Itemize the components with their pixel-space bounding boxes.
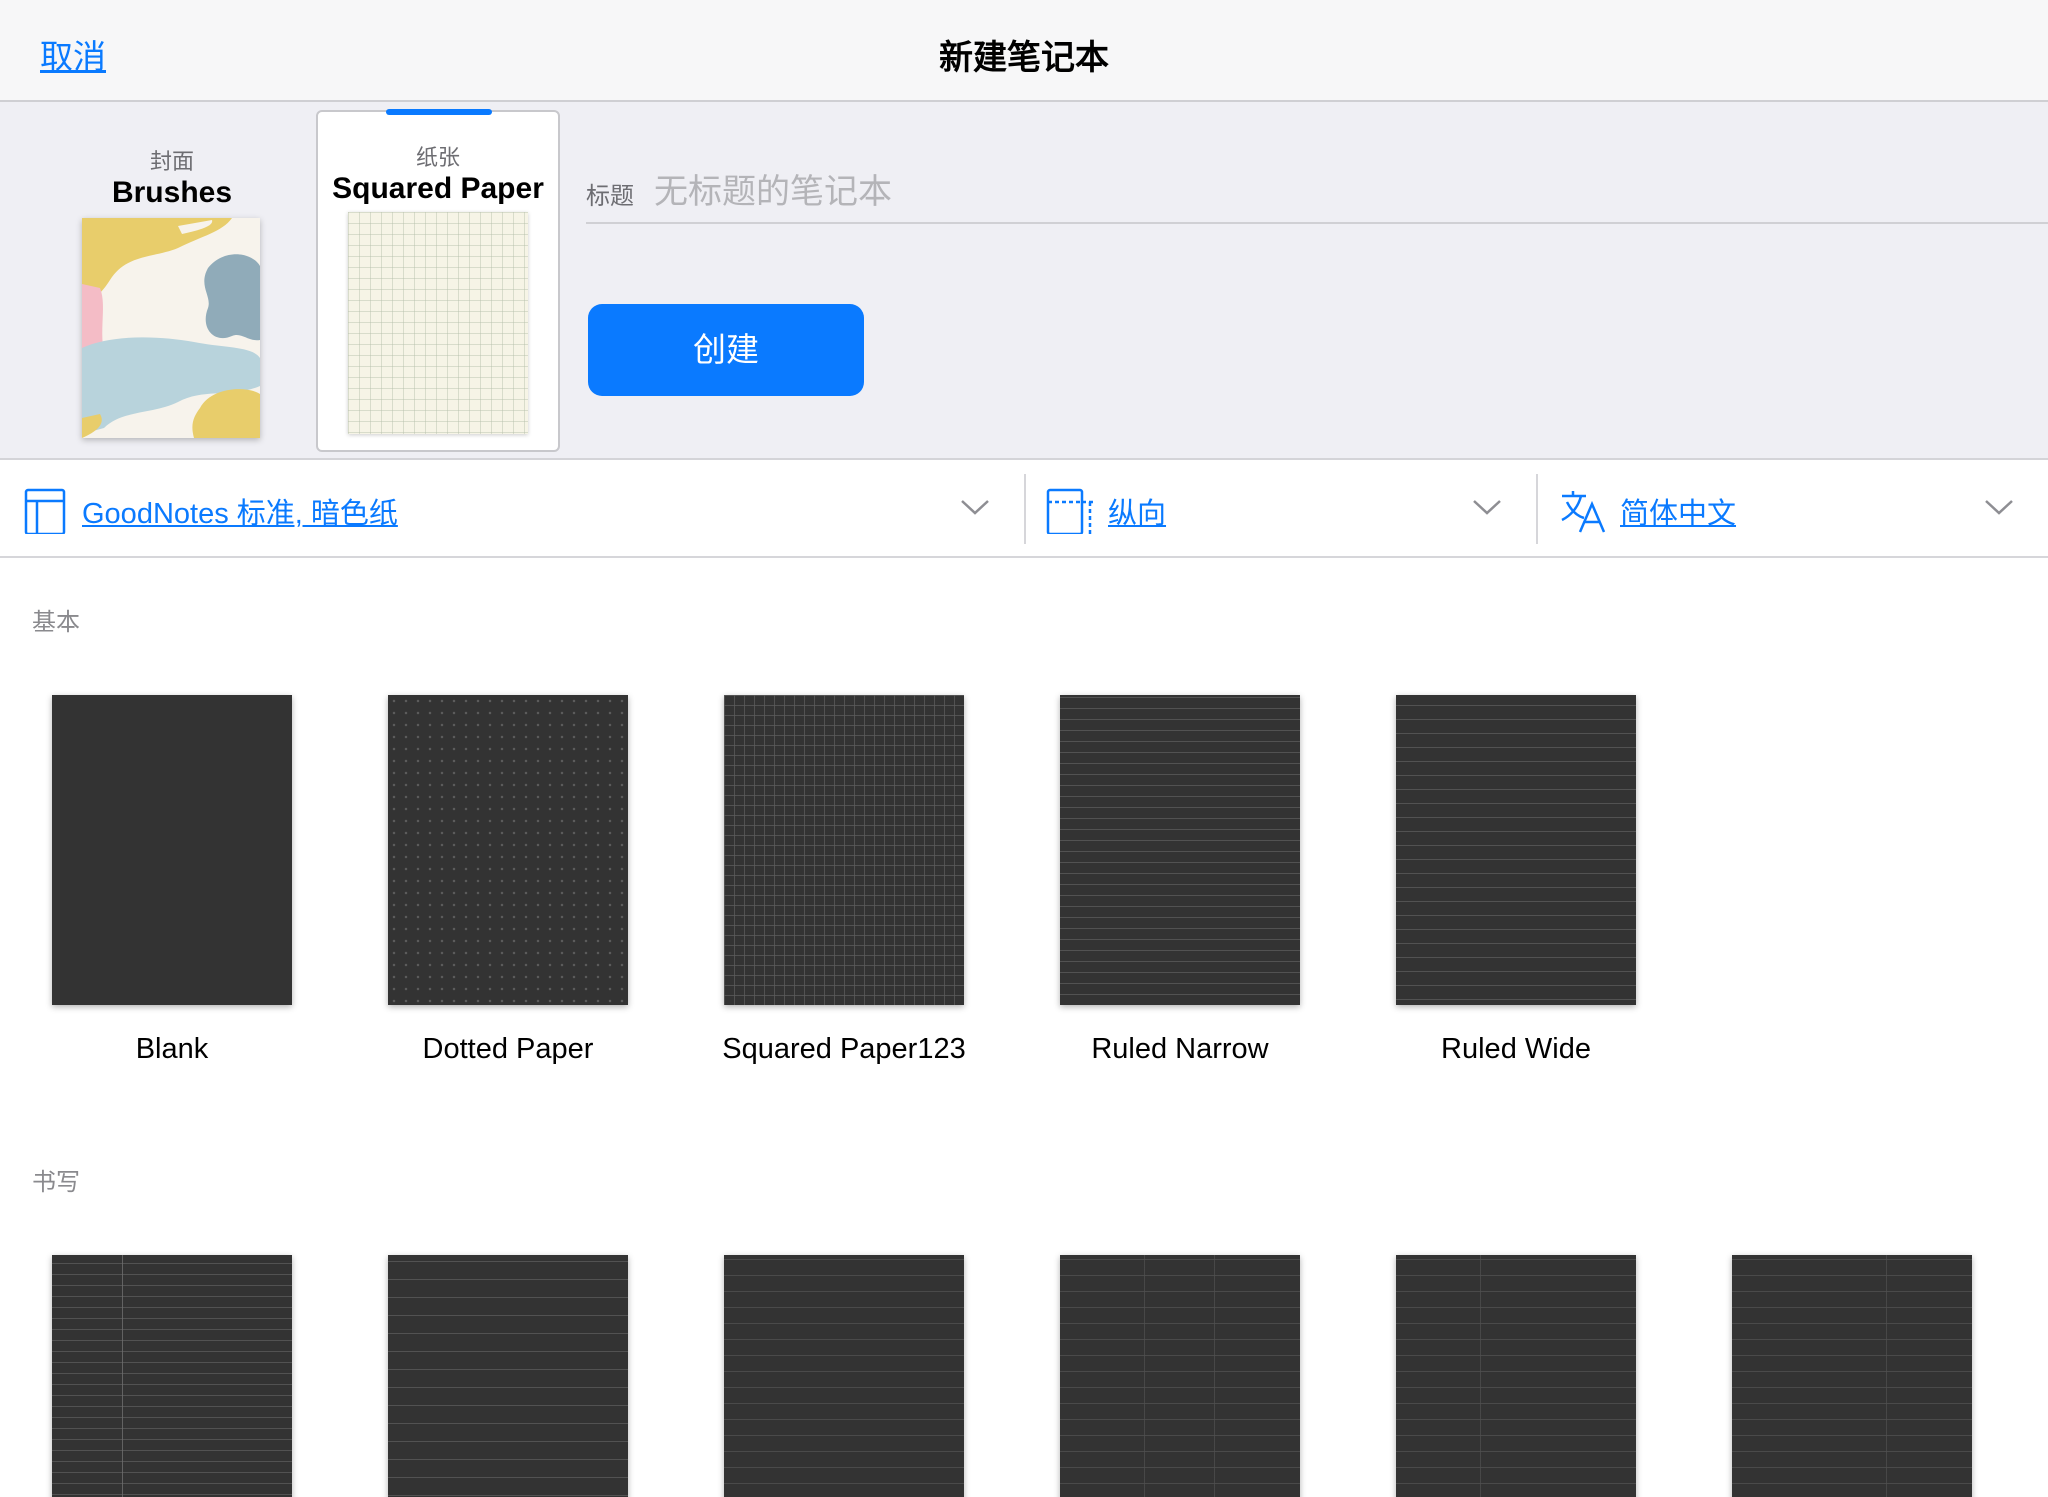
- navigation-bar: 取消 新建笔记本: [0, 0, 2048, 102]
- cover-name: Brushes: [111, 176, 233, 209]
- cover-caption: 封面: [149, 149, 194, 174]
- template-thumbnail: [1732, 1255, 1972, 1497]
- translate-icon: [1561, 491, 1606, 533]
- template-name: Squared Paper123: [722, 1033, 966, 1065]
- title-input[interactable]: [654, 164, 2034, 220]
- chevron-down-icon: [1985, 500, 2013, 515]
- orientation-selector[interactable]: 纵向: [1026, 460, 1536, 558]
- template-thumbnail: [1060, 1255, 1300, 1497]
- notebook-config-panel: 封面 Brushes 纸张 Squared Paper 标题 创建: [0, 102, 2048, 460]
- chevron-down-icon: [1473, 500, 1501, 515]
- paper-selector[interactable]: 纸张 Squared Paper: [316, 109, 560, 452]
- template-thumbnail: [388, 695, 628, 1005]
- cover-thumbnail: [82, 218, 260, 438]
- template-thumbnail: [388, 1255, 628, 1497]
- language-selector[interactable]: 简体中文: [1538, 460, 2048, 558]
- portrait-orientation-icon: [1046, 488, 1094, 534]
- template-name: Dotted Paper: [422, 1033, 594, 1065]
- brushes-cover-art: [82, 218, 260, 438]
- orientation-label: 纵向: [1108, 498, 1167, 530]
- template-name: Ruled Narrow: [1091, 1033, 1269, 1065]
- template-thumbnail: [52, 695, 292, 1005]
- title-label: 标题: [586, 183, 634, 210]
- template-name: Blank: [135, 1033, 209, 1065]
- language-label: 简体中文: [1620, 498, 1737, 530]
- template-thumbnail: [724, 1255, 964, 1497]
- template-set-label: GoodNotes 标准, 暗色纸: [82, 498, 398, 530]
- create-button[interactable]: 创建: [588, 304, 864, 396]
- options-bar: GoodNotes 标准, 暗色纸 纵向 简体中文: [0, 460, 2048, 558]
- paper-name: Squared Paper: [332, 172, 544, 205]
- template-thumbnail: [724, 695, 964, 1005]
- template-set-selector[interactable]: GoodNotes 标准, 暗色纸: [0, 460, 1024, 558]
- chevron-down-icon: [961, 500, 989, 515]
- template-name: Ruled Wide: [1441, 1033, 1591, 1065]
- section-header-basic: 基本: [32, 609, 80, 636]
- template-thumbnail: [1396, 695, 1636, 1005]
- title-field: 标题: [586, 164, 2048, 224]
- paper-caption: 纸张: [415, 145, 460, 170]
- template-thumbnail: [1060, 695, 1300, 1005]
- template-thumbnail: [1396, 1255, 1636, 1497]
- page-title: 新建笔记本: [939, 39, 1109, 77]
- cover-selector[interactable]: 封面 Brushes: [52, 108, 292, 448]
- paper-thumbnail: [348, 212, 528, 434]
- section-header-writing: 书写: [32, 1169, 80, 1196]
- page-template-icon: [24, 488, 66, 534]
- selection-indicator: [386, 109, 492, 115]
- template-thumbnail: [52, 1255, 292, 1497]
